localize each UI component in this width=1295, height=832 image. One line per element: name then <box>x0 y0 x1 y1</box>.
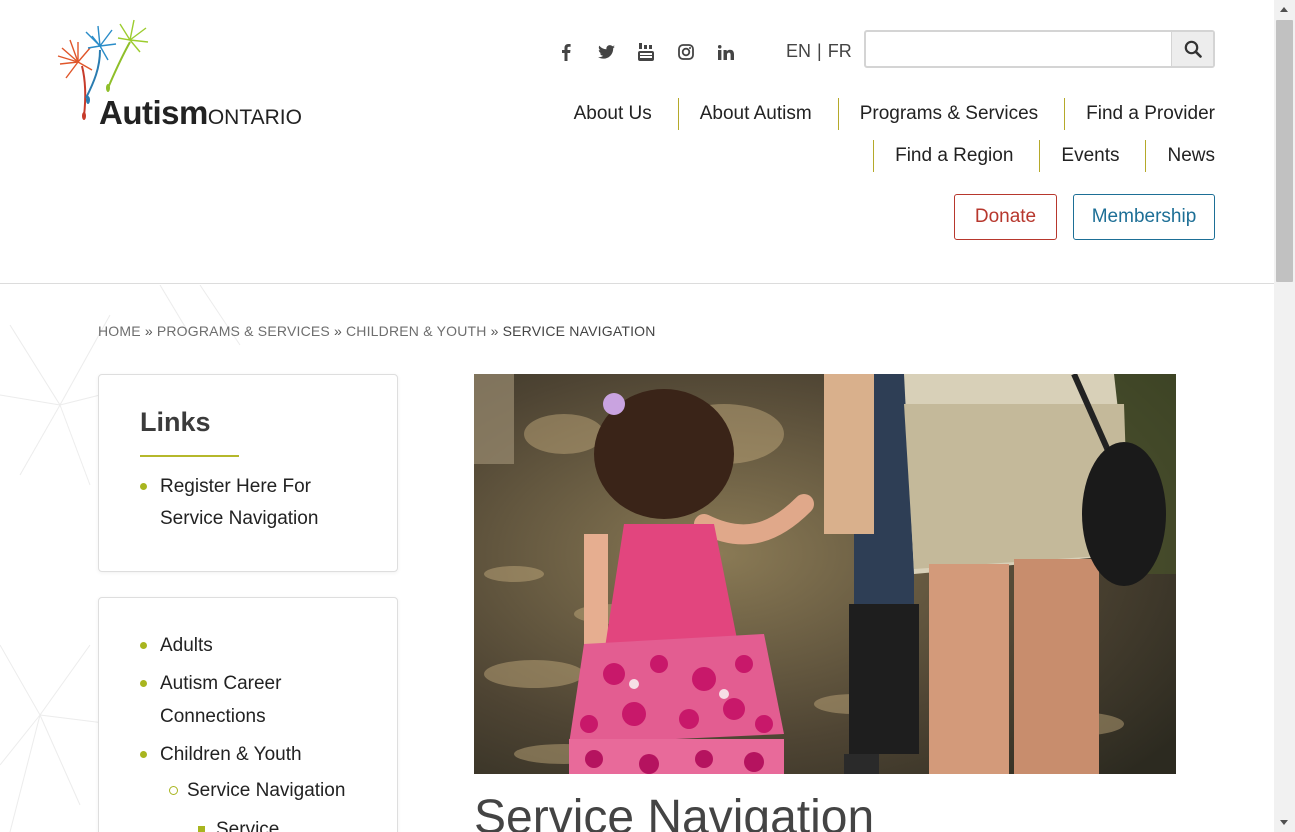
ring-bullet-icon <box>169 786 178 795</box>
breadcrumb-children-youth[interactable]: CHILDREN & YOUTH <box>346 323 487 339</box>
logo-text-ontario: ONTARIO <box>207 106 302 129</box>
main-nav-row-2: Find a Region Events News <box>873 140 1215 172</box>
square-bullet-icon <box>198 826 205 832</box>
bullet-icon <box>140 642 147 649</box>
twitter-icon[interactable] <box>592 40 620 64</box>
search-input[interactable] <box>866 32 1171 66</box>
scrollbar[interactable] <box>1274 0 1295 832</box>
register-link-line-1: Register Here For <box>160 476 311 497</box>
lang-en-link[interactable]: EN <box>786 41 811 62</box>
breadcrumb-home[interactable]: HOME <box>98 323 141 339</box>
hero-photo <box>474 374 1176 774</box>
sidebar-item-career-connections[interactable]: Autism Career Connections <box>140 668 380 734</box>
section-nav-card: Adults Autism Career Connections Childre… <box>98 597 398 832</box>
nav-about-autism[interactable]: About Autism <box>677 98 812 130</box>
links-card: Links Register Here For Service Navigati… <box>98 374 398 572</box>
page-title: Service Navigation <box>474 791 875 832</box>
search-icon <box>1184 40 1202 58</box>
language-switcher: EN | FR <box>786 41 852 62</box>
youtube-icon[interactable] <box>632 40 660 64</box>
title-underline <box>140 455 239 457</box>
family-walking-photo <box>474 374 1176 774</box>
scroll-down-icon[interactable] <box>1280 820 1288 825</box>
lang-fr-link[interactable]: FR <box>828 41 852 62</box>
bullet-icon <box>140 751 147 758</box>
membership-button[interactable]: Membership <box>1073 194 1215 240</box>
sidebar-item-service-navigation[interactable]: Service Navigation <box>169 775 389 807</box>
breadcrumb-separator: » <box>490 323 499 339</box>
site-header: AutismONTARIO EN | FR About Us About Autis… <box>0 0 1274 284</box>
sidebar-item-children-youth[interactable]: Children & Youth <box>140 739 380 771</box>
links-card-title: Links <box>140 407 211 437</box>
register-link-line-2: Service Navigation <box>160 508 319 529</box>
logo-text-autism: Autism <box>99 94 208 131</box>
sidebar-item-label: Autism Career <box>160 673 282 694</box>
sidebar-item-label: Children & Youth <box>160 744 302 765</box>
facebook-icon[interactable] <box>552 40 580 64</box>
nav-events[interactable]: Events <box>1039 140 1119 172</box>
breadcrumb-separator: » <box>144 323 153 339</box>
nav-about-us[interactable]: About Us <box>574 98 652 130</box>
autism-ontario-logo[interactable]: AutismONTARIO <box>56 18 316 130</box>
sidebar-item-label: Connections <box>160 706 266 727</box>
donate-button[interactable]: Donate <box>954 194 1057 240</box>
nav-programs-services[interactable]: Programs & Services <box>837 98 1038 130</box>
linkedin-icon[interactable] <box>712 40 740 64</box>
nav-news[interactable]: News <box>1145 140 1215 172</box>
breadcrumb: HOME» PROGRAMS & SERVICES» CHILDREN & YOUT… <box>98 323 656 339</box>
sidebar-item-adults[interactable]: Adults <box>140 630 380 662</box>
breadcrumb-programs[interactable]: PROGRAMS & SERVICES <box>157 323 330 339</box>
search-button[interactable] <box>1171 32 1213 66</box>
sidebar-item-label: Adults <box>160 635 213 656</box>
sidebar-item-service-sub[interactable]: Service <box>198 814 378 832</box>
breadcrumb-separator: » <box>333 323 342 339</box>
instagram-icon[interactable] <box>672 40 700 64</box>
bullet-icon <box>140 680 147 687</box>
main-nav-row-1: About Us About Autism Programs & Service… <box>574 98 1215 130</box>
nav-find-provider[interactable]: Find a Provider <box>1064 98 1215 130</box>
sidebar-item-label: Service <box>216 819 280 832</box>
social-links <box>552 40 752 64</box>
register-link[interactable]: Register Here For Service Navigation <box>140 471 380 541</box>
sidebar-item-label: Service Navigation <box>187 780 346 801</box>
nav-find-region[interactable]: Find a Region <box>873 140 1013 172</box>
bullet-icon <box>140 483 147 490</box>
logo-wordmark: AutismONTARIO <box>99 96 302 129</box>
scrollbar-thumb[interactable] <box>1276 20 1293 282</box>
scroll-up-icon[interactable] <box>1280 7 1288 12</box>
search-box <box>864 30 1215 68</box>
lang-separator: | <box>817 41 822 61</box>
breadcrumb-current: SERVICE NAVIGATION <box>502 323 656 339</box>
